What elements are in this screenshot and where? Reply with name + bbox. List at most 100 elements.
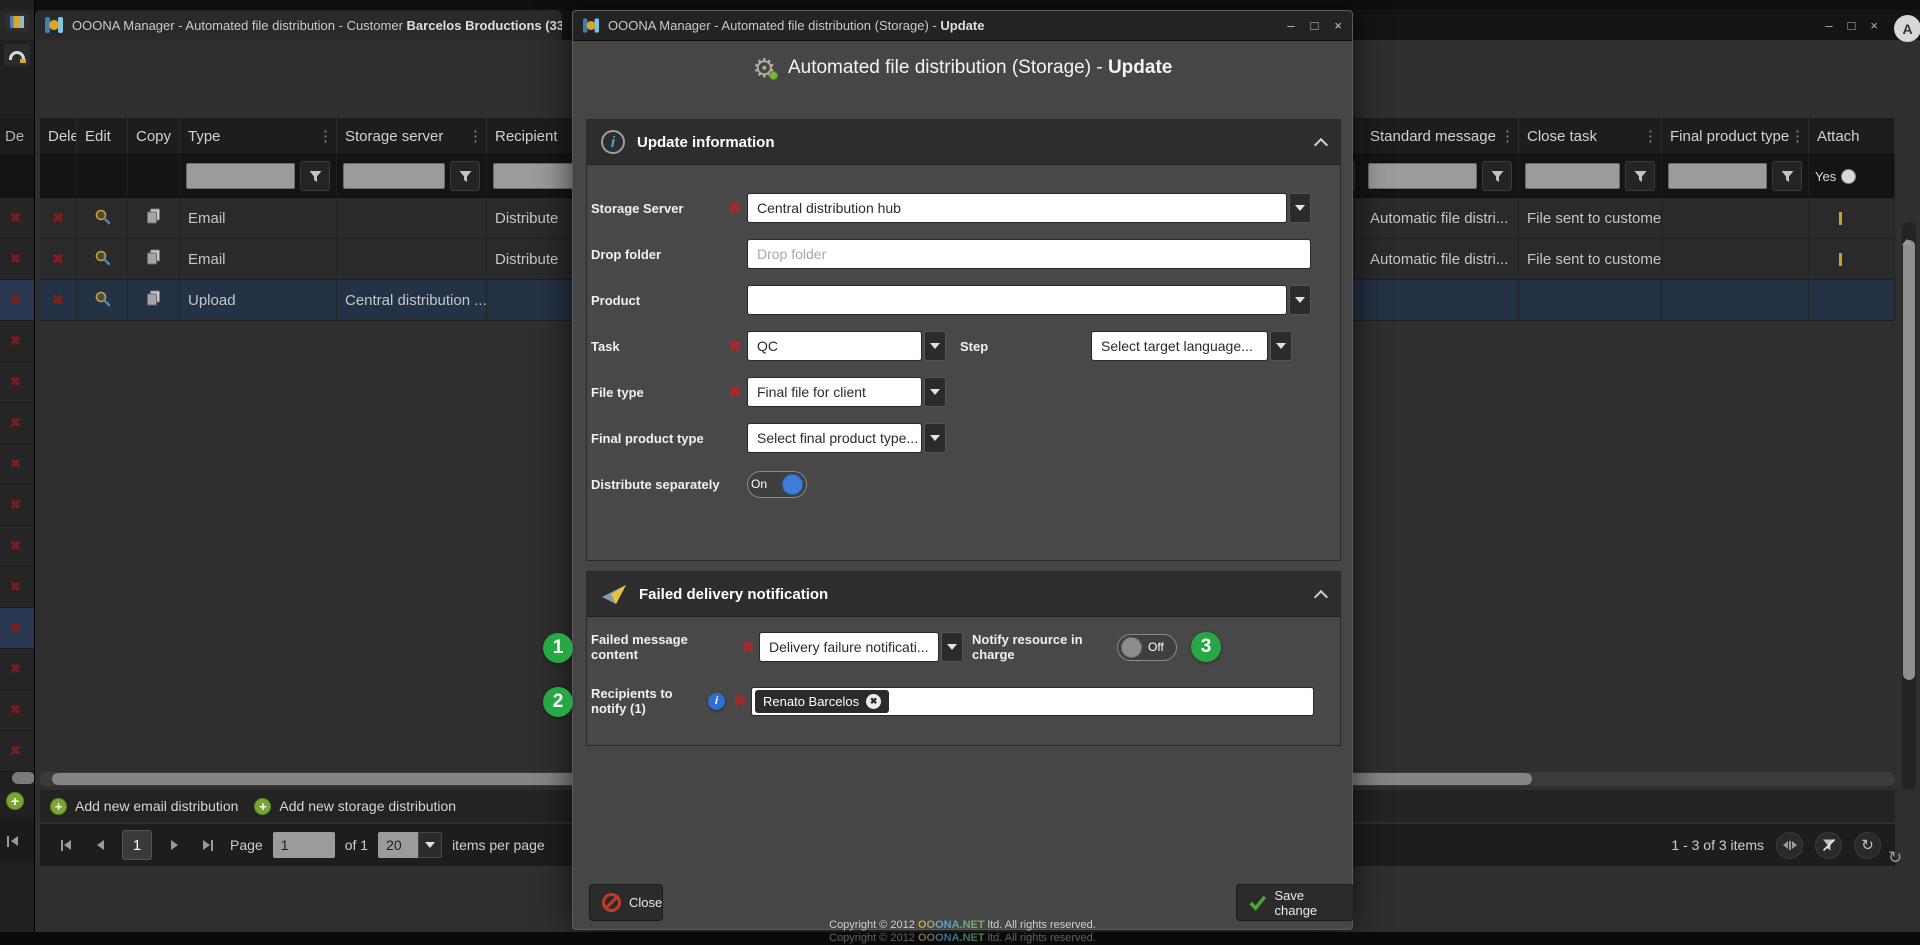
recipients-input[interactable]: Renato Barcelos ✖ <box>751 687 1314 716</box>
notify-resource-toggle[interactable]: Off <box>1117 634 1177 661</box>
filter-funnel-button[interactable] <box>1482 161 1512 191</box>
delete-icon[interactable]: ✖ <box>10 702 21 718</box>
distribute-separately-toggle[interactable]: On <box>747 471 807 498</box>
dropdown-arrow-icon[interactable] <box>941 632 963 662</box>
save-change-button[interactable]: Save change <box>1236 884 1354 921</box>
delete-icon[interactable]: ✖ <box>10 251 21 267</box>
maximize-button[interactable]: □ <box>1311 18 1319 33</box>
home-icon[interactable] <box>4 44 30 66</box>
page-size-select[interactable]: 20 <box>378 832 442 858</box>
column-header-standard_message[interactable]: Standard message⋮ <box>1362 118 1519 154</box>
dropdown-arrow-icon[interactable] <box>924 377 946 407</box>
edit-button[interactable] <box>94 290 111 311</box>
scroll-up-icon[interactable] <box>1902 222 1912 245</box>
chevron-down-icon[interactable] <box>418 832 442 858</box>
column-menu-icon[interactable]: ⋮ <box>1500 127 1515 145</box>
minimize-button[interactable]: – <box>1287 18 1294 33</box>
filter-funnel-button[interactable] <box>300 161 330 191</box>
column-menu-icon[interactable]: ⋮ <box>318 127 333 145</box>
strip-scrollbar[interactable] <box>12 772 35 784</box>
filter-input[interactable] <box>343 163 445 189</box>
delete-icon[interactable]: ✖ <box>52 250 65 268</box>
dropdown-arrow-icon[interactable] <box>1270 331 1292 361</box>
final-product-type-select[interactable]: Select final product type... <box>747 423 946 453</box>
delete-icon[interactable]: ✖ <box>10 497 21 513</box>
update-information-header[interactable]: i Update information <box>587 120 1340 165</box>
delete-icon[interactable]: ✖ <box>10 579 21 595</box>
column-header-type[interactable]: Type⋮ <box>180 118 337 154</box>
filter-input[interactable] <box>1525 163 1620 189</box>
last-page-button[interactable] <box>196 833 220 857</box>
collapse-chevron-icon[interactable] <box>1314 137 1328 151</box>
attach-filter-radio[interactable] <box>1841 169 1856 184</box>
maximize-button[interactable]: □ <box>1848 18 1856 33</box>
next-page-button[interactable] <box>162 833 186 857</box>
user-avatar[interactable]: A <box>1894 15 1920 42</box>
column-header-close_task[interactable]: Close task⋮ <box>1519 118 1662 154</box>
column-header-storage_server[interactable]: Storage server⋮ <box>337 118 487 154</box>
copy-button[interactable] <box>146 208 161 228</box>
drop-folder-input[interactable]: Drop folder <box>747 239 1311 269</box>
collapse-chevron-icon[interactable] <box>1314 589 1328 603</box>
dropdown-arrow-icon[interactable] <box>924 423 946 453</box>
close-icon[interactable]: × <box>1334 18 1342 33</box>
failed-delivery-header[interactable]: Failed delivery notification <box>587 572 1340 617</box>
delete-icon[interactable]: ✖ <box>10 743 21 759</box>
column-header-copy[interactable]: Copy <box>128 118 180 154</box>
minimize-button[interactable]: – <box>1825 18 1832 33</box>
filter-funnel-button[interactable] <box>1625 161 1655 191</box>
fit-columns-button[interactable] <box>1776 832 1803 859</box>
delete-icon[interactable]: ✖ <box>10 620 21 636</box>
column-menu-icon[interactable]: ⋮ <box>1790 127 1805 145</box>
column-menu-icon[interactable]: ⋮ <box>1643 127 1658 145</box>
edit-button[interactable] <box>94 208 111 229</box>
column-header-final_product_type[interactable]: Final product type⋮ <box>1662 118 1809 154</box>
task-select[interactable]: QC <box>747 331 946 361</box>
delete-icon[interactable]: ✖ <box>10 374 21 390</box>
recipient-tag[interactable]: Renato Barcelos ✖ <box>755 690 889 713</box>
delete-icon[interactable]: ✖ <box>52 209 65 227</box>
refresh-icon[interactable]: ↻ <box>1888 848 1902 868</box>
dropdown-arrow-icon[interactable] <box>1289 193 1311 223</box>
dropdown-arrow-icon[interactable] <box>1289 285 1311 315</box>
add-new-email-distribution-button[interactable]: + Add new email distribution <box>50 798 238 815</box>
edit-button[interactable] <box>94 249 111 270</box>
step-select[interactable]: Select target language... <box>1091 331 1292 361</box>
column-header-attach[interactable]: Attach <box>1809 118 1895 154</box>
product-select[interactable] <box>747 285 1311 315</box>
dialog-titlebar[interactable]: OOONA Manager - Automated file distribut… <box>573 11 1352 41</box>
add-icon[interactable]: + <box>6 792 24 810</box>
remove-tag-icon[interactable]: ✖ <box>866 694 881 709</box>
first-page-button[interactable] <box>54 833 78 857</box>
column-header-delete[interactable]: Delete <box>40 118 77 154</box>
delete-icon[interactable]: ✖ <box>10 456 21 472</box>
filter-input[interactable] <box>1668 163 1767 189</box>
refresh-button[interactable]: ↻ <box>1854 832 1881 859</box>
dropdown-arrow-icon[interactable] <box>924 331 946 361</box>
current-page-button[interactable]: 1 <box>122 830 152 860</box>
delete-icon[interactable]: ✖ <box>10 210 21 226</box>
add-new-storage-distribution-button[interactable]: + Add new storage distribution <box>254 798 456 815</box>
filter-input[interactable] <box>186 163 295 189</box>
delete-icon[interactable]: ✖ <box>52 291 65 309</box>
file-type-select[interactable]: Final file for client <box>747 377 946 407</box>
storage-server-select[interactable]: Central distribution hub <box>747 193 1311 223</box>
column-menu-icon[interactable]: ⋮ <box>468 127 483 145</box>
first-page-icon[interactable] <box>11 836 18 846</box>
filter-funnel-button[interactable] <box>450 161 480 191</box>
delete-icon[interactable]: ✖ <box>10 292 21 308</box>
delete-icon[interactable]: ✖ <box>10 415 21 431</box>
back-window-tab[interactable]: OOONA Manager - Automated file distribut… <box>35 10 562 40</box>
copy-button[interactable] <box>146 249 161 269</box>
clear-filters-button[interactable] <box>1815 832 1842 859</box>
page-number-input[interactable]: 1 <box>273 832 335 858</box>
failed-message-content-select[interactable]: Delivery failure notificati... <box>759 632 963 662</box>
column-header-edit[interactable]: Edit <box>77 118 128 154</box>
dialog-close-button[interactable]: Close <box>589 884 663 921</box>
copy-button[interactable] <box>146 290 161 310</box>
info-badge-icon[interactable]: i <box>708 693 725 710</box>
filter-input[interactable] <box>1368 163 1477 189</box>
filter-funnel-button[interactable] <box>1772 161 1802 191</box>
vertical-scrollbar[interactable] <box>1902 222 1916 790</box>
delete-icon[interactable]: ✖ <box>10 538 21 554</box>
